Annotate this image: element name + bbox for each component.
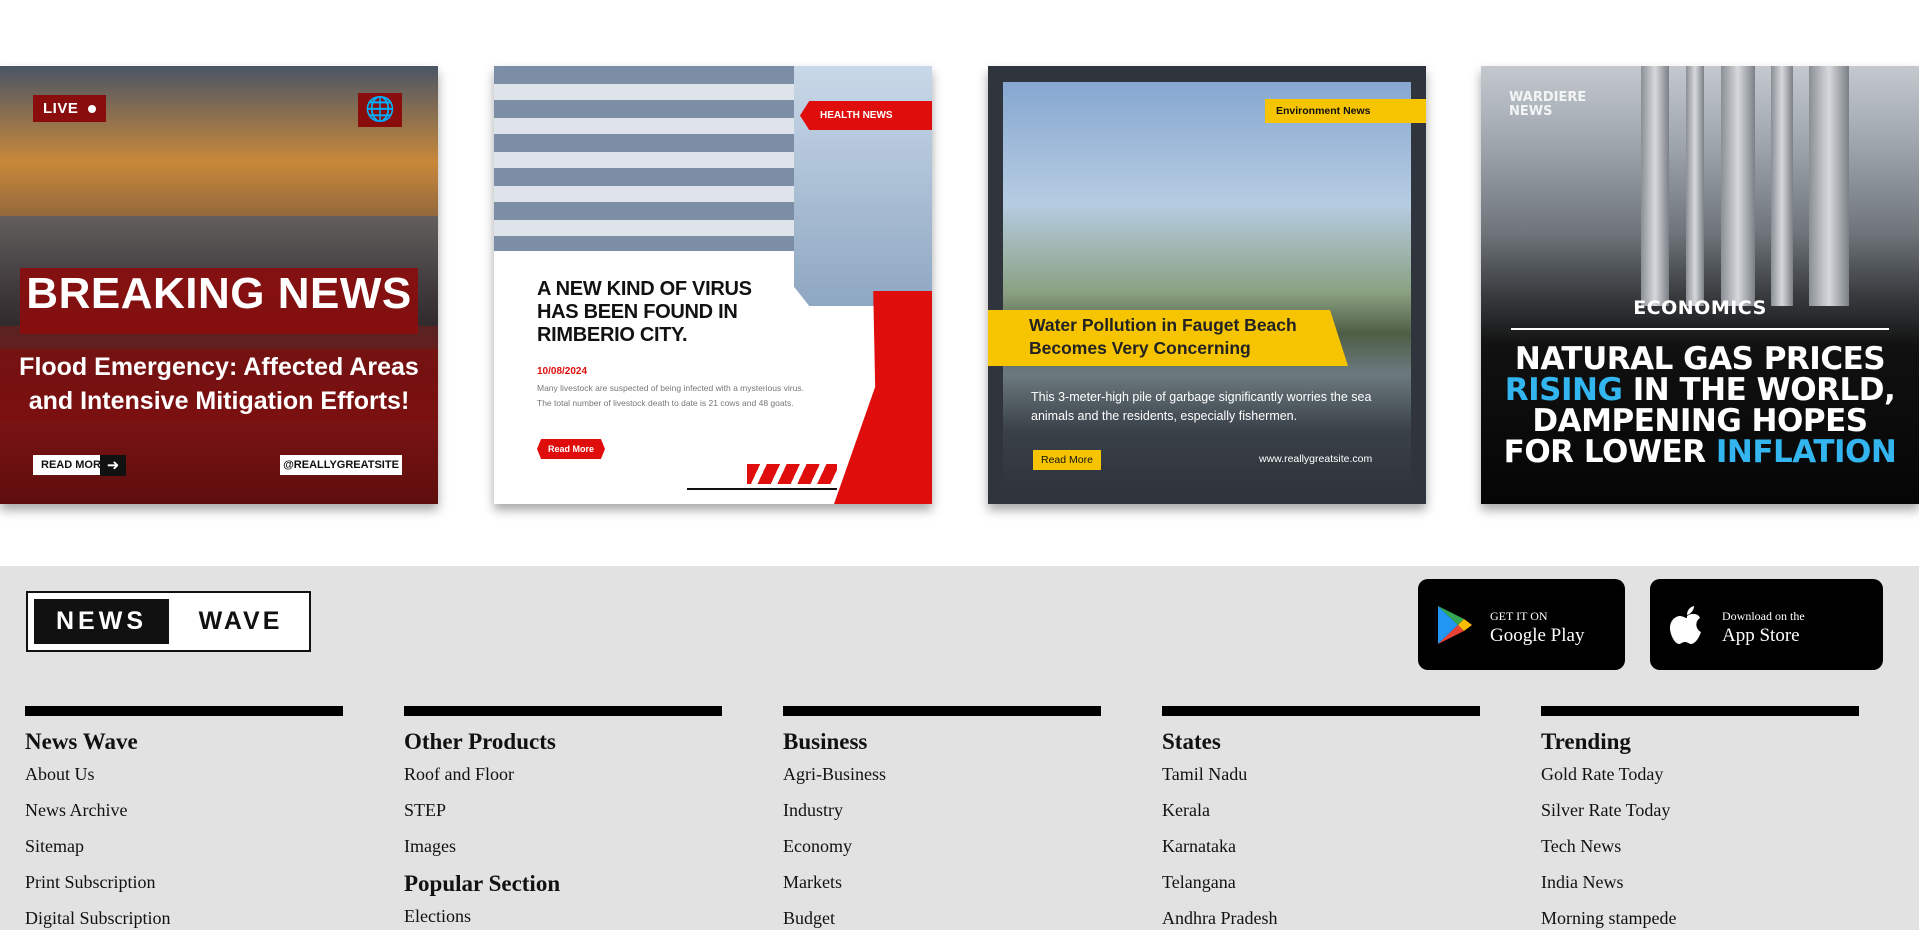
footer-link[interactable]: Budget — [783, 900, 1101, 936]
column-bar — [1541, 706, 1859, 716]
footer-link[interactable]: Roof and Floor — [404, 756, 722, 792]
footer-link[interactable]: Andhra Pradesh — [1162, 900, 1480, 936]
apple-icon — [1670, 606, 1701, 644]
plant-tower — [1771, 66, 1793, 306]
footer-column-other-products: Other Products Roof and Floor STEP Image… — [404, 706, 722, 934]
app-store-button[interactable]: Download on the App Store — [1650, 579, 1883, 670]
environment-desc: This 3-meter-high pile of garbage signif… — [1031, 390, 1372, 423]
site-footer: NEWS WAVE GET IT ON Google Play Download… — [0, 566, 1919, 930]
footer-link[interactable]: Tamil Nadu — [1162, 756, 1480, 792]
health-news-tag: HEALTH NEWS — [800, 101, 932, 130]
footer-link[interactable]: Agri-Business — [783, 756, 1101, 792]
environment-title: Water Pollution in Fauget Beach Becomes … — [1029, 315, 1297, 358]
breaking-news-subtitle: Flood Emergency: Affected Areas and Inte… — [19, 353, 419, 415]
google-play-button[interactable]: GET IT ON Google Play — [1418, 579, 1625, 670]
footer-link[interactable]: Digital Subscription — [25, 900, 343, 936]
footer-column-business: Business Agri-Business Industry Economy … — [783, 706, 1101, 936]
footer-link[interactable]: Telangana — [1162, 864, 1480, 900]
decorative-stripes — [747, 464, 837, 484]
environment-tag: Environment News — [1265, 99, 1426, 123]
plant-tower — [1686, 66, 1704, 306]
column-bar — [25, 706, 343, 716]
read-more-button[interactable]: Read More — [537, 439, 606, 459]
google-play-small-text: GET IT ON — [1490, 609, 1548, 623]
site-handle: @REALLYGREATSITE — [280, 455, 402, 475]
footer-link[interactable]: About Us — [25, 756, 343, 792]
read-more-button[interactable]: Read More — [1033, 450, 1101, 470]
column-title: States — [1162, 729, 1221, 754]
footer-link[interactable]: Morning stampede — [1541, 900, 1859, 936]
column-bar — [404, 706, 722, 716]
footer-link[interactable]: Images — [404, 828, 722, 864]
plant-tower — [1721, 66, 1755, 306]
footer-link[interactable]: Industry — [783, 792, 1101, 828]
column-title-popular-section: Popular Section — [404, 871, 561, 896]
footer-link[interactable]: News Archive — [25, 792, 343, 828]
health-body: Many livestock are suspected of being in… — [537, 383, 804, 408]
logo-wave: WAVE — [198, 607, 283, 635]
app-store-label: App Store — [1722, 625, 1800, 646]
health-news-card[interactable]: HEALTH NEWS A NEW KIND OF VIRUS HAS BEEN… — [494, 66, 932, 504]
news-cards-row: LIVE 🌐 BREAKING NEWS Flood Emergency: Af… — [0, 0, 1919, 566]
divider — [1511, 328, 1889, 330]
breaking-news-title: BREAKING NEWS — [26, 269, 412, 318]
site-url: www.reallygreatsite.com — [1259, 453, 1373, 465]
column-title: Trending — [1541, 729, 1631, 754]
health-date: 10/08/2024 — [537, 366, 588, 377]
footer-link[interactable]: Karnataka — [1162, 828, 1480, 864]
decorative-line — [687, 488, 837, 490]
footer-column-trending: Trending Gold Rate Today Silver Rate Tod… — [1541, 706, 1859, 936]
footer-column-news-wave: News Wave About Us News Archive Sitemap … — [25, 706, 343, 936]
factory-lake-photo — [1003, 82, 1411, 488]
google-play-label: Google Play — [1490, 625, 1585, 646]
economics-news-card[interactable]: WARDIERE NEWS ECONOMICS NATURAL GAS PRIC… — [1481, 66, 1919, 504]
globe-icon: 🌐 — [358, 93, 402, 127]
arrow-right-icon[interactable]: ➜ — [100, 455, 126, 476]
footer-link[interactable]: Print Subscription — [25, 864, 343, 900]
footer-link[interactable]: Economy — [783, 828, 1101, 864]
economics-label: ECONOMICS — [1633, 297, 1767, 319]
footer-link[interactable]: Elections — [404, 898, 722, 934]
footer-link[interactable]: Tech News — [1541, 828, 1859, 864]
column-title: News Wave — [25, 729, 138, 754]
environment-news-card[interactable]: Environment News Water Pollution in Faug… — [988, 66, 1426, 504]
footer-link[interactable]: Silver Rate Today — [1541, 792, 1859, 828]
footer-link[interactable]: Kerala — [1162, 792, 1480, 828]
health-headline: A NEW KIND OF VIRUS HAS BEEN FOUND IN RI… — [537, 278, 752, 346]
footer-link[interactable]: Sitemap — [25, 828, 343, 864]
column-title: Business — [783, 729, 868, 754]
google-play-icon — [1438, 606, 1472, 644]
column-bar — [1162, 706, 1480, 716]
footer-link[interactable]: Gold Rate Today — [1541, 756, 1859, 792]
economics-headline: NATURAL GAS PRICES RISING IN THE WORLD, … — [1503, 341, 1897, 470]
plant-tower — [1641, 66, 1669, 306]
column-bar — [783, 706, 1101, 716]
footer-link[interactable]: India News — [1541, 864, 1859, 900]
breaking-news-card[interactable]: LIVE 🌐 BREAKING NEWS Flood Emergency: Af… — [0, 66, 438, 504]
news-wave-logo[interactable]: NEWS WAVE — [26, 591, 311, 652]
footer-link[interactable]: Markets — [783, 864, 1101, 900]
brand-logo: WARDIERE NEWS — [1509, 90, 1587, 119]
footer-column-states: States Tamil Nadu Kerala Karnataka Telan… — [1162, 706, 1480, 936]
live-badge: LIVE — [33, 95, 107, 122]
logo-news: NEWS — [34, 599, 169, 644]
footer-link[interactable]: STEP — [404, 792, 722, 828]
app-store-small-text: Download on the — [1722, 609, 1805, 623]
column-title: Other Products — [404, 729, 556, 754]
plant-tower — [1809, 66, 1849, 306]
